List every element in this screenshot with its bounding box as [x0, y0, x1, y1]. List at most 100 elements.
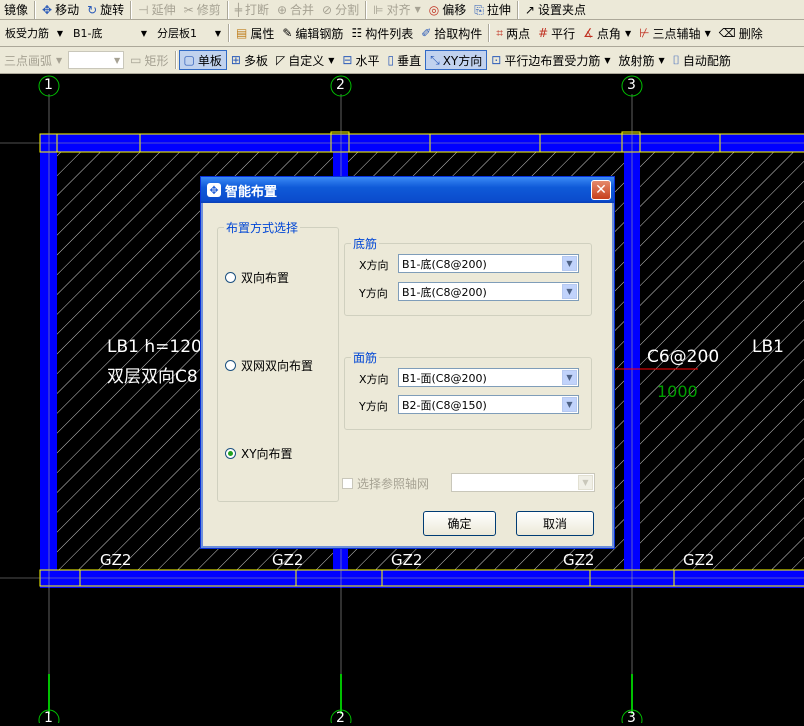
- radio-double-mesh[interactable]: 双网双向布置: [225, 357, 313, 374]
- stretch-icon: ⎘: [474, 2, 484, 17]
- cancel-button[interactable]: 取消: [516, 511, 594, 536]
- three-point-axis-icon: ⊬: [639, 26, 650, 40]
- trim-button[interactable]: ✂ 修剪: [180, 0, 225, 19]
- horizontal-icon: ⊟: [342, 53, 353, 67]
- draw-toolbar: 三点画弧 ▼ ▼ ▭ 矩形 ▢ 单板 ⊞ 多板 ◸ 自定义 ▼ ⊟ 水平 ▯ 垂直 ⤡ XY方向 …: [0, 47, 804, 74]
- stretch-button[interactable]: ⎘ 拉伸: [470, 0, 515, 19]
- column-label: GZ2: [272, 551, 304, 569]
- slab-label: LB1 h=120: [107, 337, 202, 357]
- parallel-icon: #: [538, 26, 549, 40]
- top-x-label: X方向: [359, 373, 389, 386]
- rebar-length-label: 1000: [657, 382, 698, 401]
- auto-rebar-button[interactable]: ⌷ 自动配筋: [669, 50, 735, 70]
- pick-icon: ✐: [421, 26, 432, 40]
- move-button[interactable]: ✥ 移动: [38, 0, 83, 19]
- radio-bidirectional[interactable]: 双向布置: [225, 269, 289, 286]
- extend-icon: ⊣: [138, 2, 149, 17]
- bottom-x-select[interactable]: B1-底(C8@200) ▼: [398, 254, 579, 273]
- chevron-down-icon: ▼: [414, 5, 421, 14]
- three-point-arc-button[interactable]: 三点画弧 ▼: [0, 50, 66, 70]
- trim-icon: ✂: [183, 2, 194, 17]
- radio-circle: [225, 360, 236, 371]
- align-icon: ⊫: [373, 2, 384, 17]
- edit-rebar-button[interactable]: ✎ 编辑钢筋: [278, 23, 347, 43]
- close-button[interactable]: ✕: [591, 180, 611, 200]
- three-point-axis-button[interactable]: ⊬ 三点辅轴 ▼: [635, 23, 715, 43]
- parallel-edge-rebar-button[interactable]: ⊡ 平行边布置受力筋 ▼: [487, 50, 614, 70]
- column-label: GZ2: [391, 551, 423, 569]
- component-name-select[interactable]: B1-底 ▼: [70, 24, 150, 42]
- component-type-select[interactable]: 板受力筋 ▼: [2, 24, 66, 42]
- column-label: GZ2: [563, 551, 595, 569]
- axis-label-1-bottom: 1: [44, 710, 53, 726]
- chevron-down-icon: ▼: [658, 55, 665, 65]
- layout-mode-group-title: 布置方式选择: [226, 221, 299, 235]
- extend-button[interactable]: ⊣ 延伸: [134, 0, 179, 19]
- set-grip-button[interactable]: ↗ 设置夹点: [521, 0, 590, 19]
- chevron-down-icon: ▼: [578, 475, 593, 490]
- ok-button[interactable]: 确定: [423, 511, 496, 536]
- break-button[interactable]: ╪ 打断: [231, 0, 273, 19]
- toolbar-separator: [516, 0, 519, 19]
- single-slab-button[interactable]: ▢ 单板: [178, 50, 227, 70]
- axis-label-3: 3: [627, 77, 636, 93]
- reference-axis-checkbox[interactable]: 选择参照轴网: [342, 475, 429, 492]
- properties-button[interactable]: ▤ 属性: [232, 23, 278, 43]
- multi-slab-button[interactable]: ⊞ 多板: [227, 50, 272, 70]
- toolbar-separator: [226, 0, 229, 19]
- split-icon: ⊘: [322, 2, 333, 17]
- axis-label-1: 1: [44, 77, 53, 93]
- top-y-select[interactable]: B2-面(C8@150) ▼: [398, 395, 579, 414]
- component-list-icon: ☷: [351, 26, 363, 40]
- mirror-button[interactable]: 镜像: [0, 0, 32, 19]
- top-y-label: Y方向: [359, 400, 388, 413]
- radial-rebar-button[interactable]: 放射筋 ▼: [614, 50, 668, 70]
- axis-extension-lines: [48, 674, 633, 714]
- point-angle-button[interactable]: ∡ 点角 ▼: [579, 23, 635, 43]
- two-point-button[interactable]: ⌗ 两点: [492, 23, 534, 43]
- xy-direction-button[interactable]: ⤡ XY方向: [425, 50, 488, 70]
- smart-layout-dialog: ✥ 智能布置 ✕ 布置方式选择 双向布置 双网双向布置 XY向布置 底筋 X方向…: [200, 176, 615, 549]
- radio-xy-layout[interactable]: XY向布置: [225, 445, 293, 462]
- toolbar-separator: [174, 51, 177, 69]
- reference-axis-select[interactable]: ▼: [451, 473, 595, 492]
- chevron-down-icon: ▼: [328, 55, 335, 65]
- offset-button[interactable]: ◎ 偏移: [425, 0, 471, 19]
- parallel-button[interactable]: # 平行: [534, 23, 579, 43]
- chevron-down-icon: ▼: [562, 397, 577, 412]
- toolbar-separator: [130, 0, 133, 19]
- rebar-spec-label: C6@200: [647, 347, 720, 367]
- rectangle-button[interactable]: ▭ 矩形: [126, 50, 172, 70]
- bottom-y-select[interactable]: B1-底(C8@200) ▼: [398, 282, 579, 301]
- horizontal-button[interactable]: ⊟ 水平: [338, 50, 383, 70]
- rotate-button[interactable]: ↻ 旋转: [83, 0, 128, 19]
- bottom-rebar-group: 底筋: [344, 235, 592, 316]
- align-button[interactable]: ⊫ 对齐 ▼: [369, 0, 425, 19]
- top-rebar-group: 面筋: [344, 349, 592, 430]
- axis-label-3-bottom: 3: [627, 710, 636, 726]
- axis-label-2-bottom: 2: [336, 710, 345, 726]
- single-slab-icon: ▢: [183, 53, 195, 67]
- pick-component-button[interactable]: ✐ 拾取构件: [417, 23, 486, 43]
- layer-select[interactable]: 分层板1 ▼: [154, 24, 224, 42]
- vertical-button[interactable]: ▯ 垂直: [383, 50, 425, 70]
- chevron-down-icon: ▼: [56, 55, 63, 65]
- merge-button[interactable]: ⊕ 合并: [273, 0, 318, 19]
- custom-button[interactable]: ◸ 自定义 ▼: [272, 50, 338, 70]
- top-x-select[interactable]: B1-面(C8@200) ▼: [398, 368, 579, 387]
- component-list-button[interactable]: ☷ 构件列表: [347, 23, 417, 43]
- chevron-down-icon: ▼: [214, 28, 221, 38]
- slab-label-right: LB1: [752, 337, 784, 357]
- split-button[interactable]: ⊘ 分割: [318, 0, 363, 19]
- edit-toolbar: 镜像 ✥ 移动 ↻ 旋转 ⊣ 延伸 ✂ 修剪 ╪ 打断 ⊕ 合并 ⊘ 分割 ⊫ 对齐 ▼ ◎ 偏移 …: [0, 0, 804, 20]
- auto-rebar-icon: ⌷: [672, 53, 680, 67]
- dialog-title: 智能布置: [225, 184, 278, 200]
- radio-circle: [225, 272, 236, 283]
- slab-rebar-label: 双层双向C8: [107, 367, 198, 387]
- arc-option-select[interactable]: ▼: [68, 51, 125, 69]
- app-icon: ✥: [207, 183, 221, 197]
- dialog-title-bar[interactable]: ✥ 智能布置 ✕: [201, 177, 614, 203]
- column-label: GZ2: [683, 551, 715, 569]
- delete-button[interactable]: ⌫ 删除: [715, 23, 767, 43]
- merge-icon: ⊕: [276, 2, 288, 17]
